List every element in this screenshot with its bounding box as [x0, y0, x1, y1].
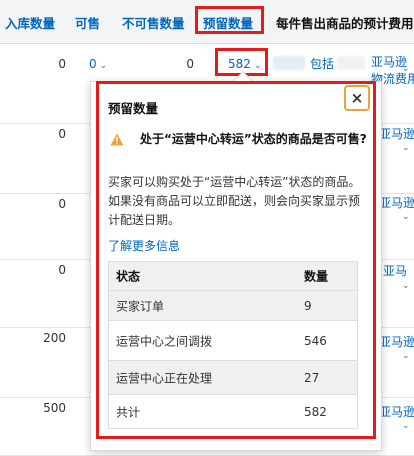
reserved-breakdown-table: 状态 数量 买家订单 9 运营中心之间调拨 546 运营中心正在处理 27 共计…	[108, 261, 358, 429]
inbound-value: 0	[58, 127, 66, 141]
chevron-down-icon[interactable]: ⌄	[402, 281, 410, 291]
chevron-down-icon[interactable]: ⌄	[402, 64, 410, 74]
redacted-text	[337, 56, 365, 70]
popover-description: 买家可以购买处于“运营中心转运”状态的商品。如果没有商品可以立即配送，则会向买家…	[108, 175, 361, 227]
inbound-value: 200	[43, 331, 66, 345]
fee-link[interactable]: 亚马	[383, 262, 407, 279]
inbound-value: 0	[58, 197, 66, 211]
chevron-down-icon[interactable]: ⌄	[402, 212, 410, 222]
chevron-down-icon: ⌄	[99, 61, 108, 71]
status-header: 状态	[116, 269, 141, 284]
quantity-cell: 546	[304, 333, 327, 348]
redacted-text	[273, 56, 305, 70]
chevron-down-icon[interactable]: ⌄	[402, 351, 410, 361]
sellable-value: 0	[89, 57, 97, 71]
chevron-down-icon[interactable]: ⌄	[402, 143, 410, 153]
col-header-sellable[interactable]: 可售	[75, 13, 100, 32]
inbound-value: 500	[43, 401, 66, 415]
quantity-header: 数量	[304, 269, 329, 284]
table-row: 运营中心正在处理 27	[109, 360, 357, 394]
table-header-row: 状态 数量	[109, 262, 357, 290]
col-header-unsellable[interactable]: 不可售数量	[122, 13, 185, 32]
col-header-inbound[interactable]: 入库数量	[5, 13, 55, 32]
learn-more-link[interactable]: 了解更多信息	[108, 237, 180, 254]
quantity-cell: 9	[304, 298, 312, 313]
status-cell: 运营中心之间调拨	[116, 334, 213, 348]
status-cell: 运营中心正在处理	[116, 371, 213, 385]
reserved-header-highlight	[195, 6, 264, 34]
fee-link[interactable]: 亚马逊	[379, 194, 414, 211]
fee-link[interactable]: 亚马逊	[379, 333, 414, 350]
quantity-cell: 582	[304, 404, 327, 419]
warning-icon	[110, 133, 124, 146]
close-icon: ×	[350, 89, 364, 107]
inbound-value: 0	[58, 57, 66, 71]
table-row: 运营中心之间调拨 546	[109, 320, 357, 360]
close-button[interactable]: ×	[344, 85, 370, 111]
status-cell: 买家订单	[116, 299, 165, 313]
fee-link[interactable]: 亚马逊	[379, 403, 414, 420]
chevron-down-icon[interactable]: ⌄	[402, 421, 410, 431]
warning-message: 处于“运营中心转运”状态的商品是否可售?	[140, 132, 367, 146]
fee-prefix: 包括	[310, 57, 335, 71]
table-row: 买家订单 9	[109, 290, 357, 320]
inbound-value: 0	[58, 263, 66, 277]
col-header-fee: 每件售出商品的预计费用	[276, 16, 414, 31]
fee-link[interactable]: 亚马逊	[379, 125, 414, 142]
quantity-cell: 27	[304, 370, 320, 385]
popover-title: 预留数量	[108, 101, 159, 116]
unsellable-value: 0	[186, 57, 194, 71]
sellable-dropdown[interactable]: 0 ⌄	[89, 57, 107, 71]
status-cell: 共计	[116, 405, 141, 419]
table-row: 共计 582	[109, 394, 357, 428]
